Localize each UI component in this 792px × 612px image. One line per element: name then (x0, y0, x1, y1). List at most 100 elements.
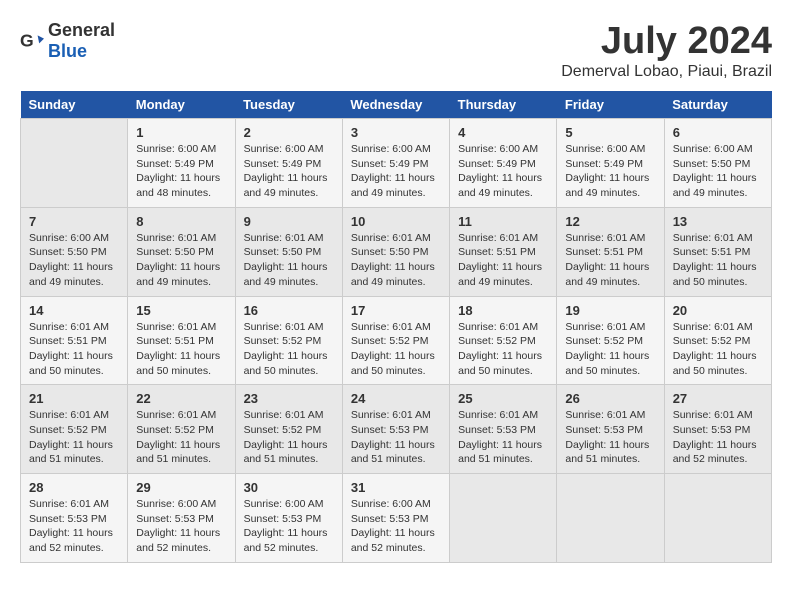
day-cell: 30 Sunrise: 6:00 AM Sunset: 5:53 PM Dayli… (235, 474, 342, 563)
main-title: July 2024 (561, 20, 772, 63)
logo-icon: G (20, 29, 44, 53)
day-info: Sunrise: 6:01 AM Sunset: 5:52 PM Dayligh… (136, 408, 226, 467)
day-number: 23 (244, 391, 334, 406)
day-number: 8 (136, 214, 226, 229)
calendar-table: SundayMondayTuesdayWednesdayThursdayFrid… (20, 91, 772, 563)
day-cell: 1 Sunrise: 6:00 AM Sunset: 5:49 PM Daylig… (128, 119, 235, 208)
day-cell: 19Sunrise: 6:01 AM Sunset: 5:52 PM Dayli… (557, 296, 664, 385)
day-number: 20 (673, 303, 763, 318)
day-cell (21, 119, 128, 208)
day-cell: 29 Sunrise: 6:00 AM Sunset: 5:53 PM Dayli… (128, 474, 235, 563)
day-cell: 21Sunrise: 6:01 AM Sunset: 5:52 PM Dayli… (21, 385, 128, 474)
day-cell (450, 474, 557, 563)
day-info: Sunrise: 6:01 AM Sunset: 5:53 PM Dayligh… (673, 408, 763, 467)
day-cell: 31Sunrise: 6:00 AM Sunset: 5:53 PM Dayli… (342, 474, 449, 563)
day-cell: 17Sunrise: 6:01 AM Sunset: 5:52 PM Dayli… (342, 296, 449, 385)
day-number: 31 (351, 480, 441, 495)
day-info: Sunrise: 6:01 AM Sunset: 5:50 PM Dayligh… (244, 231, 334, 290)
day-info: Sunrise: 6:01 AM Sunset: 5:51 PM Dayligh… (565, 231, 655, 290)
day-number: 15 (136, 303, 226, 318)
logo: G General Blue (20, 20, 115, 62)
day-cell: 13Sunrise: 6:01 AM Sunset: 5:51 PM Dayli… (664, 207, 771, 296)
day-number: 27 (673, 391, 763, 406)
day-cell: 2Sunrise: 6:00 AM Sunset: 5:49 PM Daylig… (235, 119, 342, 208)
day-number: 18 (458, 303, 548, 318)
week-row-3: 14 Sunrise: 6:01 AM Sunset: 5:51 PM Dayli… (21, 296, 772, 385)
day-cell: 27 Sunrise: 6:01 AM Sunset: 5:53 PM Dayli… (664, 385, 771, 474)
day-info: Sunrise: 6:01 AM Sunset: 5:52 PM Dayligh… (244, 320, 334, 379)
day-cell (664, 474, 771, 563)
day-number: 9 (244, 214, 334, 229)
day-info: Sunrise: 6:00 AM Sunset: 5:49 PM Dayligh… (565, 142, 655, 201)
day-number: 1 (136, 125, 226, 140)
day-info: Sunrise: 6:01 AM Sunset: 5:52 PM Dayligh… (565, 320, 655, 379)
header-row: SundayMondayTuesdayWednesdayThursdayFrid… (21, 91, 772, 119)
day-info: Sunrise: 6:01 AM Sunset: 5:53 PM Dayligh… (351, 408, 441, 467)
day-number: 16 (244, 303, 334, 318)
day-cell (557, 474, 664, 563)
week-row-1: 1 Sunrise: 6:00 AM Sunset: 5:49 PM Daylig… (21, 119, 772, 208)
day-number: 10 (351, 214, 441, 229)
day-number: 30 (244, 480, 334, 495)
day-info: Sunrise: 6:01 AM Sunset: 5:51 PM Dayligh… (136, 320, 226, 379)
day-cell: 8 Sunrise: 6:01 AM Sunset: 5:50 PM Daylig… (128, 207, 235, 296)
week-row-4: 21Sunrise: 6:01 AM Sunset: 5:52 PM Dayli… (21, 385, 772, 474)
header-cell-thursday: Thursday (450, 91, 557, 119)
day-number: 24 (351, 391, 441, 406)
day-cell: 6Sunrise: 6:00 AM Sunset: 5:50 PM Daylig… (664, 119, 771, 208)
day-cell: 7 Sunrise: 6:00 AM Sunset: 5:50 PM Daylig… (21, 207, 128, 296)
logo-general: General (48, 20, 115, 40)
header-cell-friday: Friday (557, 91, 664, 119)
day-info: Sunrise: 6:00 AM Sunset: 5:50 PM Dayligh… (29, 231, 119, 290)
day-number: 14 (29, 303, 119, 318)
header-cell-saturday: Saturday (664, 91, 771, 119)
day-info: Sunrise: 6:01 AM Sunset: 5:52 PM Dayligh… (351, 320, 441, 379)
day-info: Sunrise: 6:00 AM Sunset: 5:50 PM Dayligh… (673, 142, 763, 201)
day-cell: 22 Sunrise: 6:01 AM Sunset: 5:52 PM Dayli… (128, 385, 235, 474)
day-cell: 14Sunrise: 6:01 AM Sunset: 5:51 PM Dayli… (21, 296, 128, 385)
day-info: Sunrise: 6:00 AM Sunset: 5:49 PM Dayligh… (244, 142, 334, 201)
day-info: Sunrise: 6:00 AM Sunset: 5:49 PM Dayligh… (136, 142, 226, 201)
day-number: 28 (29, 480, 119, 495)
day-info: Sunrise: 6:01 AM Sunset: 5:52 PM Dayligh… (244, 408, 334, 467)
day-cell: 5 Sunrise: 6:00 AM Sunset: 5:49 PM Daylig… (557, 119, 664, 208)
day-cell: 15 Sunrise: 6:01 AM Sunset: 5:51 PM Dayli… (128, 296, 235, 385)
subtitle: Demerval Lobao, Piaui, Brazil (561, 63, 772, 81)
day-cell: 18 Sunrise: 6:01 AM Sunset: 5:52 PM Dayli… (450, 296, 557, 385)
day-info: Sunrise: 6:00 AM Sunset: 5:49 PM Dayligh… (458, 142, 548, 201)
week-row-5: 28 Sunrise: 6:01 AM Sunset: 5:53 PM Dayli… (21, 474, 772, 563)
day-info: Sunrise: 6:00 AM Sunset: 5:53 PM Dayligh… (136, 497, 226, 556)
day-info: Sunrise: 6:01 AM Sunset: 5:50 PM Dayligh… (136, 231, 226, 290)
logo-blue: Blue (48, 41, 87, 61)
day-cell: 4 Sunrise: 6:00 AM Sunset: 5:49 PM Daylig… (450, 119, 557, 208)
day-info: Sunrise: 6:01 AM Sunset: 5:53 PM Dayligh… (565, 408, 655, 467)
day-info: Sunrise: 6:00 AM Sunset: 5:49 PM Dayligh… (351, 142, 441, 201)
day-number: 3 (351, 125, 441, 140)
day-number: 5 (565, 125, 655, 140)
day-cell: 25Sunrise: 6:01 AM Sunset: 5:53 PM Dayli… (450, 385, 557, 474)
title-area: July 2024 Demerval Lobao, Piaui, Brazil (561, 20, 772, 81)
week-row-2: 7 Sunrise: 6:00 AM Sunset: 5:50 PM Daylig… (21, 207, 772, 296)
day-cell: 26 Sunrise: 6:01 AM Sunset: 5:53 PM Dayli… (557, 385, 664, 474)
day-number: 7 (29, 214, 119, 229)
header-cell-wednesday: Wednesday (342, 91, 449, 119)
day-cell: 24 Sunrise: 6:01 AM Sunset: 5:53 PM Dayli… (342, 385, 449, 474)
day-number: 26 (565, 391, 655, 406)
day-number: 25 (458, 391, 548, 406)
day-cell: 23 Sunrise: 6:01 AM Sunset: 5:52 PM Dayli… (235, 385, 342, 474)
day-cell: 11Sunrise: 6:01 AM Sunset: 5:51 PM Dayli… (450, 207, 557, 296)
day-info: Sunrise: 6:01 AM Sunset: 5:53 PM Dayligh… (29, 497, 119, 556)
day-cell: 28 Sunrise: 6:01 AM Sunset: 5:53 PM Dayli… (21, 474, 128, 563)
day-number: 29 (136, 480, 226, 495)
day-info: Sunrise: 6:01 AM Sunset: 5:50 PM Dayligh… (351, 231, 441, 290)
day-info: Sunrise: 6:01 AM Sunset: 5:52 PM Dayligh… (673, 320, 763, 379)
day-number: 11 (458, 214, 548, 229)
day-number: 4 (458, 125, 548, 140)
header-cell-sunday: Sunday (21, 91, 128, 119)
day-number: 22 (136, 391, 226, 406)
header: G General Blue July 2024 Demerval Lobao,… (20, 20, 772, 81)
day-info: Sunrise: 6:00 AM Sunset: 5:53 PM Dayligh… (244, 497, 334, 556)
day-cell: 16 Sunrise: 6:01 AM Sunset: 5:52 PM Dayli… (235, 296, 342, 385)
day-info: Sunrise: 6:01 AM Sunset: 5:52 PM Dayligh… (458, 320, 548, 379)
day-cell: 12Sunrise: 6:01 AM Sunset: 5:51 PM Dayli… (557, 207, 664, 296)
